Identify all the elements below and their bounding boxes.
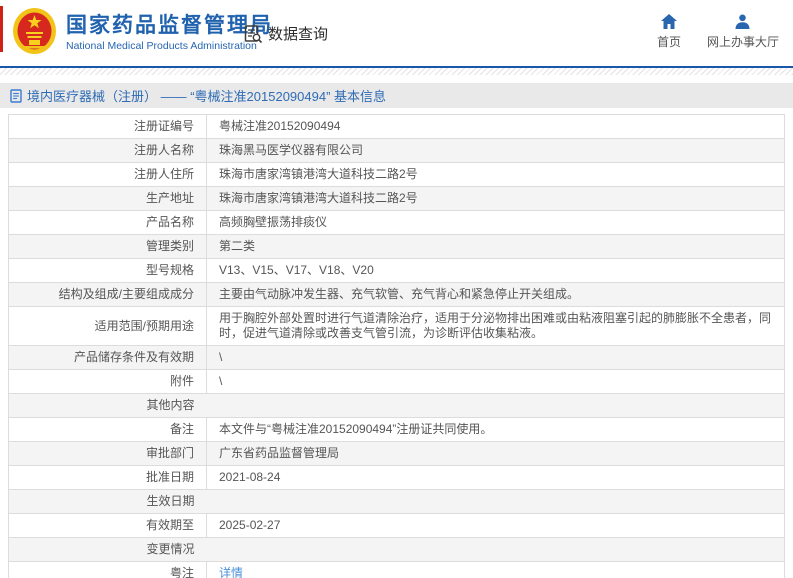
field-value: 第二类	[206, 234, 785, 259]
data-query-tab[interactable]: 数据查询	[243, 23, 328, 44]
field-label: 结构及组成/主要组成成分	[8, 282, 207, 307]
national-emblem-icon	[13, 8, 56, 54]
field-label: 生产地址	[8, 186, 207, 211]
home-icon	[660, 14, 677, 29]
table-row: 产品名称 高频胸壁振荡排痰仪	[8, 210, 785, 235]
nav-online-hall[interactable]: 网上办事大厅	[707, 14, 779, 50]
user-icon	[735, 14, 750, 29]
field-value: \	[206, 345, 785, 370]
field-label: 有效期至	[8, 513, 207, 538]
table-row: 适用范围/预期用途 用于胸腔外部处置时进行气道清除治疗，适用于分泌物排出困难或由…	[8, 306, 785, 346]
field-label: 产品储存条件及有效期	[8, 345, 207, 370]
site-header: 国家药品监督管理局 National Medical Products Admi…	[0, 0, 793, 66]
table-row: 其他内容	[8, 393, 785, 418]
brand-text: 国家药品监督管理局 National Medical Products Admi…	[66, 13, 273, 52]
field-value: 本文件与“粤械注准20152090494”注册证共同使用。	[206, 417, 785, 442]
table-row: 注册证编号 粤械注准20152090494	[8, 114, 785, 139]
field-label: 生效日期	[8, 489, 207, 514]
field-label: 批准日期	[8, 465, 207, 490]
table-row: 生产地址 珠海市唐家湾镇港湾大道科技二路2号	[8, 186, 785, 211]
field-label: 注册证编号	[8, 114, 207, 139]
field-label: 适用范围/预期用途	[8, 306, 207, 346]
table-row: 结构及组成/主要组成成分 主要由气动脉冲发生器、充气软管、充气背心和紧急停止开关…	[8, 282, 785, 307]
site-title: 国家药品监督管理局	[66, 13, 273, 37]
field-value: \	[206, 369, 785, 394]
field-value	[206, 489, 785, 514]
table-row: 注册人名称 珠海黑马医学仪器有限公司	[8, 138, 785, 163]
field-label: 产品名称	[8, 210, 207, 235]
nav-home-label: 首页	[656, 35, 681, 49]
field-label: 备注	[8, 417, 207, 442]
spacer	[0, 75, 793, 83]
page-title: 境内医疗器械（注册） —— “粤械注准20152090494” 基本信息	[27, 89, 387, 104]
table-row: 产品储存条件及有效期 \	[8, 345, 785, 370]
field-value: 珠海市唐家湾镇港湾大道科技二路2号	[206, 186, 785, 211]
table-row: 附件 \	[8, 369, 785, 394]
table-row: 变更情况	[8, 537, 785, 562]
field-label: 变更情况	[8, 537, 207, 562]
field-value: 粤械注准20152090494	[206, 114, 785, 139]
registration-info-table: 注册证编号 粤械注准20152090494 注册人名称 珠海黑马医学仪器有限公司…	[8, 114, 785, 578]
detail-link[interactable]: 详情	[219, 566, 243, 578]
field-value: 珠海市唐家湾镇港湾大道科技二路2号	[206, 162, 785, 187]
data-query-label: 数据查询	[268, 26, 329, 43]
table-row: 生效日期	[8, 489, 785, 514]
field-value: 用于胸腔外部处置时进行气道清除治疗，适用于分泌物排出困难或由粘液阻塞引起的肺膨胀…	[206, 306, 785, 346]
field-label: 管理类别	[8, 234, 207, 259]
header-nav: 首页 网上办事大厅	[657, 14, 779, 50]
field-value: 珠海黑马医学仪器有限公司	[206, 138, 785, 163]
field-label: 粤注	[8, 561, 207, 578]
field-value: V13、V15、V17、V18、V20	[206, 258, 785, 283]
field-value: 广东省药品监督管理局	[206, 441, 785, 466]
field-label: 注册人名称	[8, 138, 207, 163]
field-value: 高频胸壁振荡排痰仪	[206, 210, 785, 235]
site-subtitle: National Medical Products Administration	[66, 39, 257, 52]
hatch-pattern-strip	[0, 68, 793, 75]
red-edge-strip	[0, 6, 3, 52]
document-icon	[10, 88, 22, 103]
field-label: 其他内容	[8, 393, 207, 418]
field-label: 型号规格	[8, 258, 207, 283]
table-row: 有效期至 2025-02-27	[8, 513, 785, 538]
field-value: 主要由气动脉冲发生器、充气软管、充气背心和紧急停止开关组成。	[206, 282, 785, 307]
field-label: 附件	[8, 369, 207, 394]
nav-online-hall-label: 网上办事大厅	[706, 35, 779, 49]
brand: 国家药品监督管理局 National Medical Products Admi…	[12, 7, 273, 57]
table-row: 管理类别 第二类	[8, 234, 785, 259]
data-query-icon	[244, 24, 263, 43]
table-row: 审批部门 广东省药品监督管理局	[8, 441, 785, 466]
field-label: 审批部门	[8, 441, 207, 466]
nav-home[interactable]: 首页	[657, 14, 681, 50]
field-label: 注册人住所	[8, 162, 207, 187]
field-value: 2021-08-24	[206, 465, 785, 490]
table-row: 批准日期 2021-08-24	[8, 465, 785, 490]
table-row: 型号规格 V13、V15、V17、V18、V20	[8, 258, 785, 283]
table-row: 粤注 详情	[8, 561, 785, 578]
table-row: 注册人住所 珠海市唐家湾镇港湾大道科技二路2号	[8, 162, 785, 187]
field-value	[206, 537, 785, 562]
field-value: 2025-02-27	[206, 513, 785, 538]
field-value	[206, 393, 785, 418]
table-row: 备注 本文件与“粤械注准20152090494”注册证共同使用。	[8, 417, 785, 442]
page-title-bar: 境内医疗器械（注册） —— “粤械注准20152090494” 基本信息	[0, 83, 793, 108]
field-value: 详情	[206, 561, 785, 578]
